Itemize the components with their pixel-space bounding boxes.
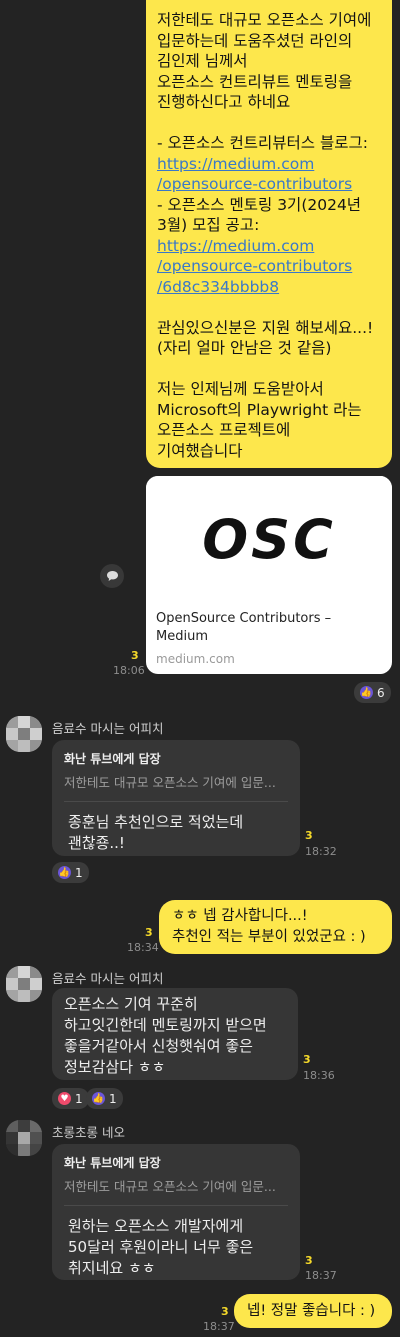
- sender-name: 음료수 마시는 어피치: [52, 971, 164, 986]
- unread-count: 3: [305, 829, 313, 842]
- blog-link[interactable]: https://medium.com /opensource-contribut…: [157, 154, 382, 195]
- reply-quote[interactable]: 저한테도 대규모 오픈소스 기여에 입문...: [64, 772, 288, 791]
- message-line: 종훈님 추천인으로 적었는데: [68, 813, 244, 831]
- link-line[interactable]: /opensource-contributors: [157, 174, 382, 195]
- message-line: ㅎㅎ 넵 감사합니다...!: [172, 908, 308, 924]
- like-icon: 👍: [360, 686, 373, 699]
- preview-title-line: OpenSource Contributors –: [156, 611, 332, 626]
- message-line: 오픈소스 컨트리뷰트 멘토링을: [157, 72, 353, 91]
- message-line: (자리 얼마 안남은 것 같음): [157, 339, 332, 357]
- message-line: 관심있으신분은 지원 해보세요...!: [157, 318, 374, 337]
- link-line[interactable]: /opensource-contributors: [157, 256, 382, 277]
- like-icon: 👍: [92, 1092, 105, 1105]
- reply-header: 화난 튜브에게 답장: [64, 752, 161, 766]
- link-line[interactable]: https://medium.com: [157, 236, 382, 257]
- osc-logo: OSC: [202, 507, 336, 571]
- reply-bubble[interactable]: 화난 튜브에게 답장 저한테도 대규모 오픈소스 기여에 입문... 종훈님 추…: [52, 740, 300, 856]
- reaction-badge[interactable]: 👍 1: [52, 862, 89, 883]
- message-time: 18:34: [127, 941, 159, 954]
- reaction-badge[interactable]: 👍 6: [354, 682, 391, 703]
- avatar[interactable]: [6, 1120, 42, 1156]
- message-time: 18:32: [305, 845, 337, 858]
- message-time: 18:36: [303, 1069, 335, 1082]
- reply-quote[interactable]: 저한테도 대규모 오픈소스 기여에 입문...: [64, 1176, 288, 1195]
- reaction-count: 1: [109, 1091, 117, 1106]
- unread-count: 3: [145, 926, 153, 939]
- message-time: 18:06: [113, 664, 145, 677]
- avatar[interactable]: [6, 716, 42, 752]
- message-line: 저한테도 대규모 오픈소스 기여에: [157, 11, 372, 29]
- message-line: 입문하는데 도움주셨던 라인의: [157, 31, 353, 50]
- message-line: Microsoft의 Playwright 라는: [157, 400, 362, 419]
- reaction-count: 1: [75, 865, 83, 880]
- message-bubble[interactable]: 오픈소스 기여 꾸준히 하고잇긴한데 멘토링까지 받으면 좋을거같아서 신청햇숴…: [52, 988, 298, 1080]
- avatar[interactable]: [6, 966, 42, 1002]
- message-line: 오픈소스 기여 꾸준히: [64, 995, 198, 1013]
- my-message-bubble[interactable]: ㅎㅎ 넵 감사합니다...! 추천인 적는 부분이 있었군요 : ): [159, 900, 392, 954]
- heart-icon: ♥: [58, 1092, 71, 1105]
- reaction-badge[interactable]: ♥ 1: [52, 1088, 89, 1109]
- sender-name: 초롱초롱 네오: [52, 1125, 125, 1140]
- message-line: - 오픈소스 멘토링 3기(2024년: [157, 195, 362, 214]
- link-line[interactable]: /6d8c334bbbb8: [157, 277, 382, 298]
- like-icon: 👍: [58, 866, 71, 879]
- unread-count: 3: [221, 1305, 229, 1318]
- preview-title: OpenSource Contributors – Medium: [156, 610, 382, 646]
- unread-count: 3: [305, 1254, 313, 1267]
- message-line: 추천인 적는 부분이 있었군요 : ): [172, 929, 366, 945]
- message-line: 기여했습니다: [157, 441, 243, 460]
- sender-name: 음료수 마시는 어피치: [52, 721, 164, 736]
- reply-divider: [64, 1205, 288, 1206]
- my-message-bubble[interactable]: 넵! 정말 좋습니다 : ): [234, 1294, 392, 1328]
- recruit-link[interactable]: https://medium.com /opensource-contribut…: [157, 236, 382, 298]
- reply-divider: [64, 801, 288, 802]
- message-line: 원하는 오픈소스 개발자에게: [68, 1217, 244, 1235]
- my-message-bubble[interactable]: 저한테도 대규모 오픈소스 기여에 입문하는데 도움주셨던 라인의 김인제 님께…: [146, 0, 392, 468]
- link-preview-card[interactable]: OSC OpenSource Contributors – Medium med…: [146, 476, 392, 674]
- unread-count: 3: [303, 1053, 311, 1066]
- message-line: 3월) 모집 공고:: [157, 216, 260, 234]
- message-line: - 오픈소스 컨트리뷰터스 블로그:: [157, 134, 368, 152]
- reply-header: 화난 튜브에게 답장: [64, 1156, 161, 1170]
- reaction-count: 1: [75, 1091, 83, 1106]
- reaction-count: 6: [377, 685, 385, 700]
- reply-bubble[interactable]: 화난 튜브에게 답장 저한테도 대규모 오픈소스 기여에 입문... 원하는 오…: [52, 1144, 300, 1280]
- message-line: 저는 인제님께 도움받아서: [157, 380, 324, 398]
- message-line: 하고잇긴한데 멘토링까지 받으면: [64, 1016, 267, 1034]
- message-line: 정보감삼다 ㅎㅎ: [64, 1058, 166, 1076]
- message-time: 18:37: [305, 1269, 337, 1282]
- preview-domain: medium.com: [156, 652, 235, 666]
- message-line: 취지네요 ㅎㅎ: [68, 1259, 156, 1277]
- message-line: 김인제 님께서: [157, 52, 248, 70]
- message-line: 진행하신다고 하네요: [157, 93, 291, 111]
- message-line: 50달러 후원이라니 너무 좋은: [68, 1238, 254, 1256]
- link-line[interactable]: https://medium.com: [157, 154, 382, 175]
- unread-count: 3: [131, 649, 139, 662]
- message-line: 오픈소스 프로젝트에: [157, 421, 291, 439]
- message-text: 넵! 정말 좋습니다 : ): [247, 1303, 376, 1319]
- reaction-badge[interactable]: 👍 1: [86, 1088, 123, 1109]
- message-time: 18:37: [203, 1320, 235, 1333]
- preview-image: OSC: [146, 476, 392, 602]
- preview-title-line: Medium: [156, 629, 208, 644]
- message-line: 괜찮죵..!: [68, 834, 125, 852]
- share-icon[interactable]: [100, 564, 124, 588]
- message-line: 좋을거같아서 신청햇숴여 좋은: [64, 1037, 253, 1055]
